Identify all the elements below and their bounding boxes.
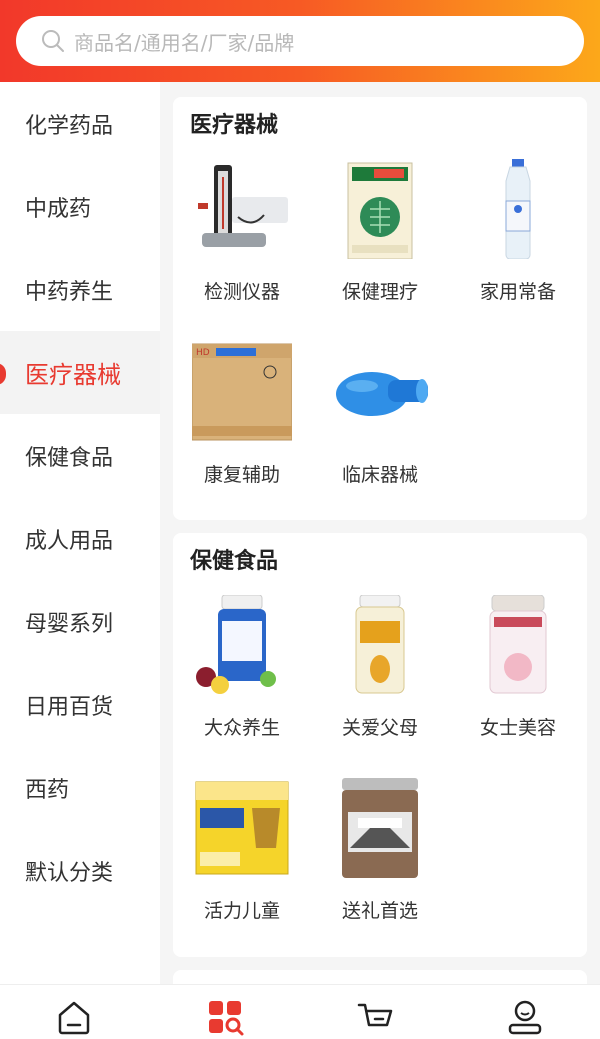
subcategory-item[interactable]: 女士美容 (449, 594, 587, 740)
sidebar-item-daily-goods[interactable]: 日用百货 (0, 663, 160, 746)
category-icon (209, 1001, 244, 1036)
subcategory-item[interactable]: 大众养生 (173, 594, 311, 740)
nav-home[interactable] (54, 997, 94, 1037)
subcategory-item[interactable]: 送礼首选 (311, 778, 449, 923)
sidebar-item-adult-products[interactable]: 成人用品 (0, 497, 160, 580)
sidebar-item-health-food[interactable]: 保健食品 (0, 414, 160, 497)
subcategory-item[interactable]: HD 康复辅助 (173, 342, 311, 487)
sidebar-item-chinese-patent-medicine[interactable]: 中成药 (0, 165, 160, 248)
sidebar-item-western-medicine[interactable]: 西药 (0, 746, 160, 829)
lecithin-bottle-image (330, 594, 430, 695)
therapy-box-image (330, 159, 430, 260)
bottom-nav (0, 984, 600, 1039)
collagen-bottle-image (468, 594, 568, 695)
search-placeholder: 商品名/通用名/厂家/品牌 (74, 30, 295, 55)
section-health-food: 保健食品 大众养生 关爱父母 女士美容 活力儿童 送礼首选 (173, 533, 587, 957)
dandelion-jar-image (330, 778, 430, 878)
subcategory-item[interactable]: 关爱父母 (311, 594, 449, 740)
cart-icon (357, 1003, 393, 1027)
subcategory-item[interactable]: 检测仪器 (173, 159, 311, 304)
section-title: 医疗器械 (190, 113, 279, 138)
subcategory-item[interactable]: 家用常备 (449, 159, 587, 304)
profile-icon (508, 1000, 542, 1035)
sidebar-item-default-category[interactable]: 默认分类 (0, 829, 160, 912)
subcategory-item[interactable]: 保健理疗 (311, 159, 449, 304)
svg-text:HD: HD (196, 348, 210, 358)
probiotic-box-image (192, 778, 292, 878)
nav-profile[interactable] (505, 997, 545, 1037)
section-title: 保健食品 (190, 549, 279, 574)
cardboard-box-image: HD (191, 342, 293, 442)
header-bar: 商品名/通用名/厂家/品牌 (0, 0, 600, 82)
saline-bottle-image (468, 159, 568, 260)
search-input[interactable]: 商品名/通用名/厂家/品牌 (16, 16, 584, 66)
blood-pressure-monitor-image (192, 159, 292, 259)
nav-category[interactable] (205, 997, 245, 1037)
sidebar-item-chemical-drugs[interactable]: 化学药品 (0, 82, 160, 165)
search-icon (42, 30, 64, 52)
subcategory-item[interactable]: 临床器械 (311, 342, 449, 487)
home-icon (58, 1001, 90, 1035)
sidebar-item-mother-baby[interactable]: 母婴系列 (0, 580, 160, 663)
category-sidebar: 化学药品 中成药 中药养生 医疗器械 保健食品 成人用品 母婴系列 日用百货 西… (0, 82, 160, 984)
nav-cart[interactable] (355, 997, 395, 1037)
vitamin-bottle-image (192, 594, 292, 695)
sidebar-item-herbal-health[interactable]: 中药养生 (0, 248, 160, 331)
sidebar-item-medical-devices[interactable]: 医疗器械 (0, 331, 160, 414)
subcategory-item[interactable]: 活力儿童 (173, 778, 311, 923)
section-medical-devices: 医疗器械 检测仪器 保健理疗 家用常备 HD 康复辅助 临床器械 (173, 97, 587, 520)
blue-urinal-image (330, 342, 430, 442)
